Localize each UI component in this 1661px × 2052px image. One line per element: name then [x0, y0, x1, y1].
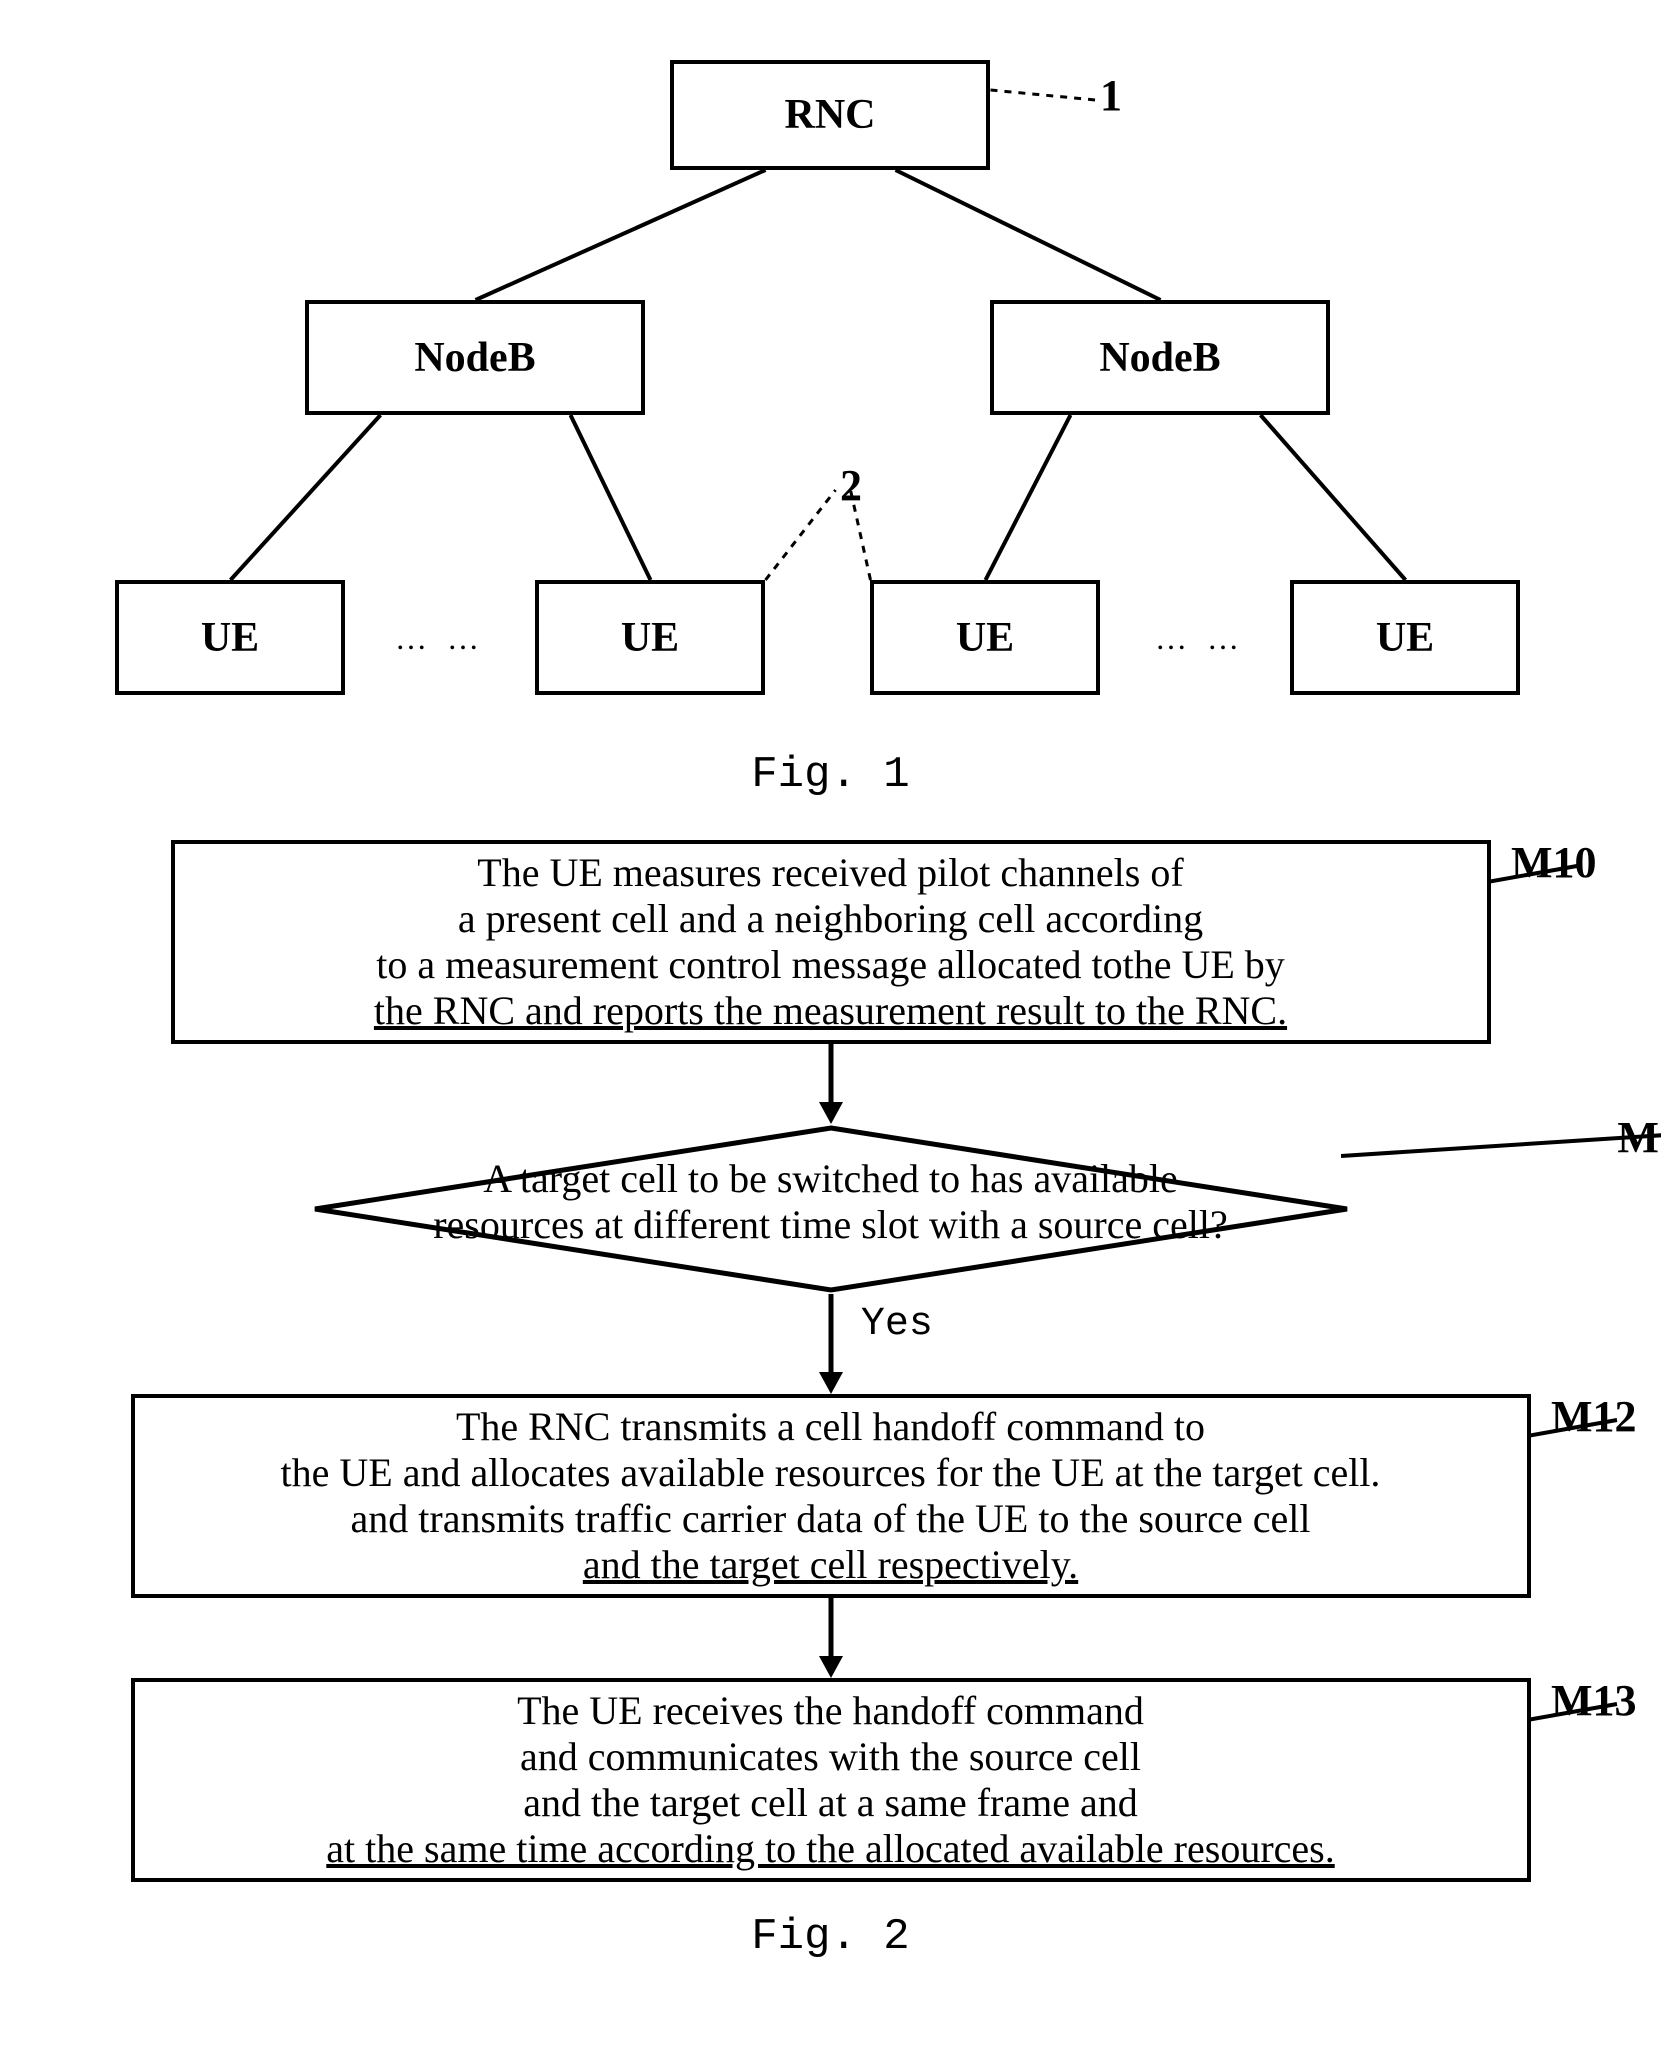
- m13-l4: at the same time according to the alloca…: [155, 1826, 1507, 1872]
- nodeb-left-label: NodeB: [414, 334, 535, 382]
- m11-l2: resources at different time slot with a …: [311, 1202, 1351, 1248]
- m10-l1: The UE measures received pilot channels …: [195, 850, 1467, 896]
- ue1-label: UE: [201, 614, 259, 662]
- ref-label-1: 1: [1100, 70, 1122, 121]
- ellipsis-left: … …: [395, 620, 485, 657]
- m13-l3: and the target cell at a same frame and: [155, 1780, 1507, 1826]
- rnc-box: RNC: [670, 60, 990, 170]
- rnc-label: RNC: [785, 91, 876, 139]
- arrow-1: [71, 1044, 1591, 1124]
- ue-box-1: UE: [115, 580, 345, 695]
- m12-l2: the UE and allocates available resources…: [155, 1450, 1507, 1496]
- figure-1: RNC NodeB NodeB UE UE UE UE … … … … 1 2: [60, 40, 1601, 720]
- arrow-3: [71, 1598, 1591, 1678]
- figure-1-caption: Fig. 1: [60, 750, 1601, 800]
- m10-l2: a present cell and a neighboring cell ac…: [195, 896, 1467, 942]
- yes-label: Yes: [861, 1302, 933, 1347]
- ue3-label: UE: [956, 614, 1014, 662]
- step-m13: M13 The UE receives the handoff command …: [131, 1678, 1531, 1882]
- m10-l4: the RNC and reports the measurement resu…: [195, 988, 1467, 1034]
- nodeb-right-box: NodeB: [990, 300, 1330, 415]
- arrow-3-icon: [811, 1598, 851, 1678]
- step-m11: M11 A target cell to be switched to has …: [311, 1124, 1351, 1294]
- ref-label-2: 2: [840, 460, 862, 511]
- m11-text: A target cell to be switched to has avai…: [311, 1156, 1351, 1248]
- m13-l1: The UE receives the handoff command: [155, 1688, 1507, 1734]
- m10-leader: [1487, 862, 1587, 886]
- ue-box-4: UE: [1290, 580, 1520, 695]
- ue-box-3: UE: [870, 580, 1100, 695]
- ue-box-2: UE: [535, 580, 765, 695]
- arrow-1-icon: [811, 1044, 851, 1124]
- ue4-label: UE: [1376, 614, 1434, 662]
- m13-leader: [1527, 1700, 1627, 1724]
- arrow-2-icon: [811, 1294, 851, 1394]
- m12-leader: [1527, 1416, 1627, 1440]
- m12-l3: and transmits traffic carrier data of th…: [155, 1496, 1507, 1542]
- ellipsis-right: … …: [1155, 620, 1245, 657]
- m12-l4: and the target cell respectively.: [155, 1542, 1507, 1588]
- m11-l1: A target cell to be switched to has avai…: [311, 1156, 1351, 1202]
- m12-l1: The RNC transmits a cell handoff command…: [155, 1404, 1507, 1450]
- figure-2-caption: Fig. 2: [60, 1912, 1601, 1962]
- nodeb-left-box: NodeB: [305, 300, 645, 415]
- figure-2: M10 The UE measures received pilot chann…: [71, 840, 1591, 1882]
- ue2-label: UE: [621, 614, 679, 662]
- nodeb-right-label: NodeB: [1099, 334, 1220, 382]
- m10-l3: to a measurement control message allocat…: [195, 942, 1467, 988]
- step-m10: M10 The UE measures received pilot chann…: [171, 840, 1491, 1044]
- arrow-2: Yes: [71, 1294, 1591, 1394]
- m13-l2: and communicates with the source cell: [155, 1734, 1507, 1780]
- step-m12: M12 The RNC transmits a cell handoff com…: [131, 1394, 1531, 1598]
- m11-leader: [1341, 1130, 1661, 1160]
